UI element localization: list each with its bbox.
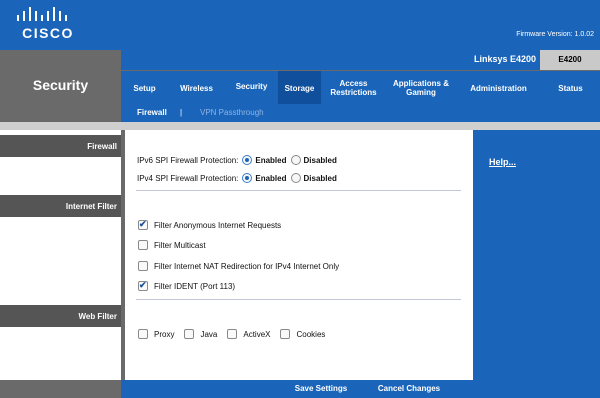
footer-left — [0, 380, 121, 398]
divider — [136, 190, 461, 191]
tab-wireless[interactable]: Wireless — [168, 71, 225, 105]
ipv6-disabled-radio[interactable] — [290, 155, 301, 165]
ipv4-firewall-label: IPv4 SPI Firewall Protection: — [137, 173, 239, 183]
ipv6-disabled-label: Disabled — [303, 155, 337, 165]
main-tabs: Setup Wireless Security Storage Access Re… — [121, 70, 600, 105]
section-heading-firewall: Firewall — [0, 135, 121, 157]
tab-security[interactable]: Security — [225, 71, 278, 105]
cookies-label: Cookies — [296, 329, 326, 339]
cisco-bars-icon — [17, 7, 67, 21]
ipv6-firewall-row: IPv6 SPI Firewall Protection: Enabled Di… — [137, 155, 337, 165]
tab-access-restrictions[interactable]: Access Restrictions — [321, 71, 386, 105]
tab-setup[interactable]: Setup — [121, 71, 168, 105]
help-link[interactable]: Help... — [489, 157, 516, 167]
top-bar: CISCO Firmware Version: 1.0.02 — [0, 0, 600, 50]
filter-nat-checkbox[interactable] — [138, 261, 148, 271]
java-checkbox[interactable] — [184, 329, 195, 339]
section-heading-web-filter: Web Filter — [0, 305, 121, 327]
page-title: Security — [32, 77, 89, 93]
web-filter-row: Proxy Java ActiveX Cookies — [138, 329, 325, 339]
activex-label: ActiveX — [243, 329, 271, 339]
filter-anonymous-row: Filter Anonymous Internet Requests — [138, 219, 282, 230]
filter-nat-row: Filter Internet NAT Redirection for IPv4… — [138, 261, 339, 271]
filter-nat-label: Filter Internet NAT Redirection for IPv4… — [154, 261, 340, 271]
tab-administration[interactable]: Administration — [456, 71, 541, 105]
subtab-firewall[interactable]: Firewall — [137, 108, 167, 117]
product-bar: Linksys E4200 E4200 — [121, 50, 600, 70]
filter-anonymous-label: Filter Anonymous Internet Requests — [154, 220, 282, 230]
ipv6-enabled-radio[interactable] — [242, 155, 253, 165]
ipv6-enabled-label: Enabled — [255, 155, 287, 165]
product-name: Linksys E4200 — [473, 54, 536, 64]
model-number: E4200 — [540, 50, 600, 70]
tab-storage[interactable]: Storage — [278, 71, 321, 105]
help-panel: Help... — [473, 130, 600, 380]
ipv4-disabled-label: Disabled — [303, 173, 337, 183]
ipv4-firewall-row: IPv4 SPI Firewall Protection: Enabled Di… — [137, 173, 337, 183]
tab-applications-gaming[interactable]: Applications & Gaming — [386, 71, 456, 105]
cisco-logo: CISCO — [13, 6, 83, 41]
activex-checkbox[interactable] — [227, 329, 238, 339]
ipv4-enabled-radio[interactable] — [242, 173, 253, 183]
filter-multicast-row: Filter Multicast — [138, 240, 206, 250]
divider — [136, 299, 461, 300]
filter-ident-row: Filter IDENT (Port 113) — [138, 280, 236, 291]
subtab-separator: | — [180, 108, 183, 117]
filter-ident-checkbox[interactable] — [138, 280, 148, 291]
save-settings-button[interactable]: Save Settings — [284, 382, 358, 396]
cancel-changes-button[interactable]: Cancel Changes — [365, 382, 453, 396]
ipv6-firewall-label: IPv6 SPI Firewall Protection: — [137, 155, 239, 165]
java-label: Java — [200, 329, 218, 339]
subtab-vpn-passthrough[interactable]: VPN Passthrough — [200, 108, 264, 117]
filter-multicast-label: Filter Multicast — [154, 240, 206, 250]
tab-status[interactable]: Status — [541, 71, 600, 105]
proxy-checkbox[interactable] — [138, 329, 148, 339]
filter-multicast-checkbox[interactable] — [138, 240, 148, 250]
cookies-checkbox[interactable] — [280, 329, 291, 339]
firmware-version: Firmware Version: 1.0.02 — [516, 31, 594, 38]
ipv4-disabled-radio[interactable] — [290, 173, 301, 183]
content-top-band — [121, 122, 600, 130]
main-content: IPv6 SPI Firewall Protection: Enabled Di… — [125, 130, 473, 380]
sub-tabs: Firewall | VPN Passthrough — [121, 104, 600, 122]
footer-bar: Save Settings Cancel Changes — [121, 380, 600, 398]
proxy-label: Proxy — [154, 329, 175, 339]
left-section-column: Firewall Internet Filter Web Filter — [0, 130, 121, 380]
filter-anonymous-checkbox[interactable] — [138, 219, 148, 230]
cisco-wordmark: CISCO — [22, 25, 74, 41]
left-divider-band — [0, 122, 121, 130]
section-heading-internet-filter: Internet Filter — [0, 195, 121, 217]
filter-ident-label: Filter IDENT (Port 113) — [154, 281, 236, 291]
ipv4-enabled-label: Enabled — [255, 173, 287, 183]
